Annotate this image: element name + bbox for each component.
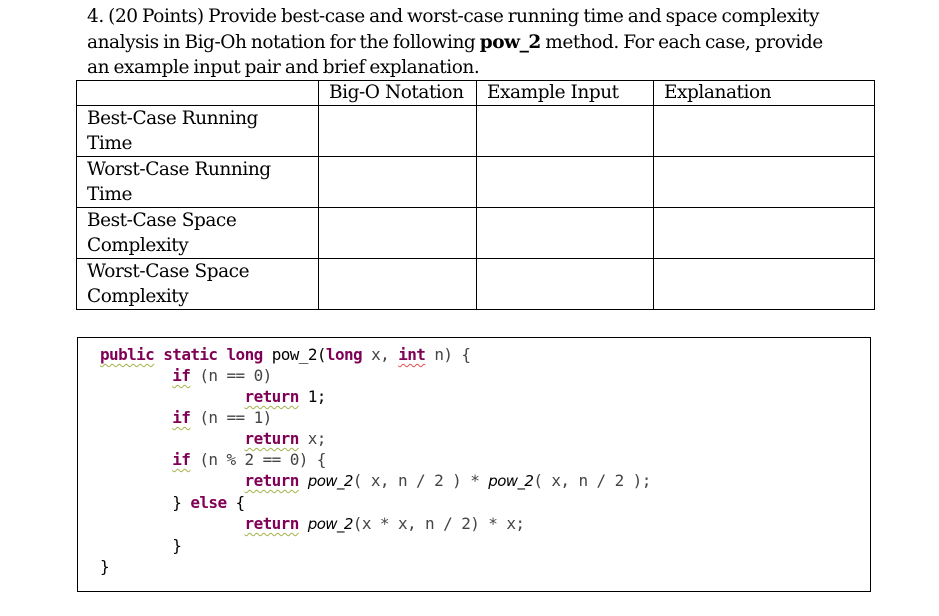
code-text: ( — [316, 345, 327, 364]
example-input-cell[interactable] — [476, 105, 654, 157]
code-text: } — [172, 493, 191, 512]
code-line-inner-close: } — [100, 535, 651, 556]
table-row: Worst-Case Space Complexity — [76, 258, 875, 310]
keyword-return: return — [244, 387, 300, 406]
keyword-return: return — [244, 514, 300, 533]
code-text: (n % 2 == 0) { — [190, 450, 326, 469]
code-text: (n == 0) — [190, 366, 272, 385]
keyword-return: return — [244, 429, 300, 448]
row-label-line: Complexity — [87, 286, 189, 307]
explanation-cell[interactable] — [653, 207, 875, 259]
method-name: pow_2 — [271, 345, 318, 364]
code-text: 1; — [298, 387, 327, 406]
row-label: Best-Case Running Time — [76, 105, 319, 157]
example-input-cell[interactable] — [476, 156, 654, 208]
header-empty — [76, 80, 319, 106]
header-example-input: Example Input — [476, 80, 654, 106]
question-line-1: 4. (20 Points) Provide best-case and wor… — [87, 6, 820, 27]
explanation-cell[interactable] — [653, 105, 875, 157]
code-line-if-zero: if (n == 0) — [100, 365, 651, 386]
keyword-if: if — [172, 450, 191, 469]
code-text: ( x, n / 2 ); — [533, 471, 651, 490]
keyword-int: int — [398, 345, 426, 364]
code-line-signature: public static long pow_2(long x, int n) … — [100, 344, 651, 365]
code-text: (x * x, n / 2) * x; — [352, 514, 525, 533]
code-text: x, — [362, 345, 399, 364]
explanation-cell[interactable] — [653, 156, 875, 208]
answer-table: Big-O Notation Example Input Explanation… — [76, 80, 875, 310]
code-text: { — [226, 493, 246, 512]
row-label-line: Best-Case Space — [87, 210, 237, 231]
method-call: pow_2 — [307, 472, 354, 490]
example-input-cell[interactable] — [476, 207, 654, 259]
code-text: (n == 1) — [190, 408, 272, 427]
code-line-return-odd: return pow_2(x * x, n / 2) * x; — [100, 513, 651, 535]
code-text: x; — [298, 429, 327, 448]
code-line-return-x: return x; — [100, 428, 651, 449]
code-line-outer-close: } — [100, 556, 651, 577]
question-text: analysis in Big-Oh notation for the foll… — [87, 31, 480, 53]
code-line-if-one: if (n == 1) — [100, 407, 651, 428]
method-call: pow_2 — [488, 472, 534, 490]
row-label-line: Worst-Case Space — [87, 261, 250, 282]
example-input-cell[interactable] — [476, 258, 654, 310]
code-box: public static long pow_2(long x, int n) … — [77, 337, 871, 592]
keyword-static: static — [163, 345, 218, 364]
header-explanation: Explanation — [653, 80, 875, 106]
row-label-line: Worst-Case Running — [87, 159, 271, 180]
row-label-line: Time — [87, 184, 132, 205]
code-line-return-one: return 1; — [100, 386, 651, 407]
row-label-line: Best-Case Running — [87, 108, 258, 129]
keyword-if: if — [172, 408, 191, 427]
code-line-else: } else { — [100, 492, 651, 513]
big-o-cell[interactable] — [318, 156, 477, 208]
keyword-return: return — [244, 471, 300, 490]
table-header-row: Big-O Notation Example Input Explanation — [76, 80, 875, 106]
keyword-else: else — [190, 493, 227, 512]
code-line-return-even: return pow_2( x, n / 2 ) * pow_2( x, n /… — [100, 470, 652, 492]
header-big-o: Big-O Notation — [318, 80, 477, 106]
explanation-cell[interactable] — [653, 258, 875, 310]
big-o-cell[interactable] — [318, 207, 477, 259]
keyword-long: long — [226, 345, 264, 364]
row-label: Best-Case Space Complexity — [76, 207, 319, 259]
question-prompt: 4. (20 Points) Provide best-case and wor… — [87, 4, 887, 81]
table-row: Best-Case Space Complexity — [76, 207, 875, 259]
row-label: Worst-Case Space Complexity — [76, 258, 319, 310]
keyword-public: public — [100, 345, 155, 364]
method-call: pow_2 — [307, 515, 354, 533]
keyword-long: long — [325, 345, 363, 364]
code-line-if-even: if (n % 2 == 0) { — [100, 449, 651, 470]
row-label-line: Complexity — [87, 235, 189, 256]
code-text: ( x, n / 2 ) * — [352, 471, 489, 490]
question-line-3: an example input pair and brief explanat… — [87, 57, 480, 78]
method-name-bold: pow_2 — [479, 31, 542, 53]
keyword-if: if — [172, 366, 191, 385]
code-text: n) { — [425, 345, 471, 364]
code-text: } — [172, 536, 182, 555]
code-listing: public static long pow_2(long x, int n) … — [100, 344, 651, 577]
table-row: Worst-Case Running Time — [76, 156, 875, 208]
question-text: method. For each case, provide — [540, 31, 823, 53]
row-label-line: Time — [87, 133, 132, 154]
table-row: Best-Case Running Time — [76, 105, 875, 157]
big-o-cell[interactable] — [318, 105, 477, 157]
big-o-cell[interactable] — [318, 258, 477, 310]
code-text: } — [100, 557, 110, 576]
row-label: Worst-Case Running Time — [76, 156, 319, 208]
question-line-2: analysis in Big-Oh notation for the foll… — [87, 30, 887, 56]
